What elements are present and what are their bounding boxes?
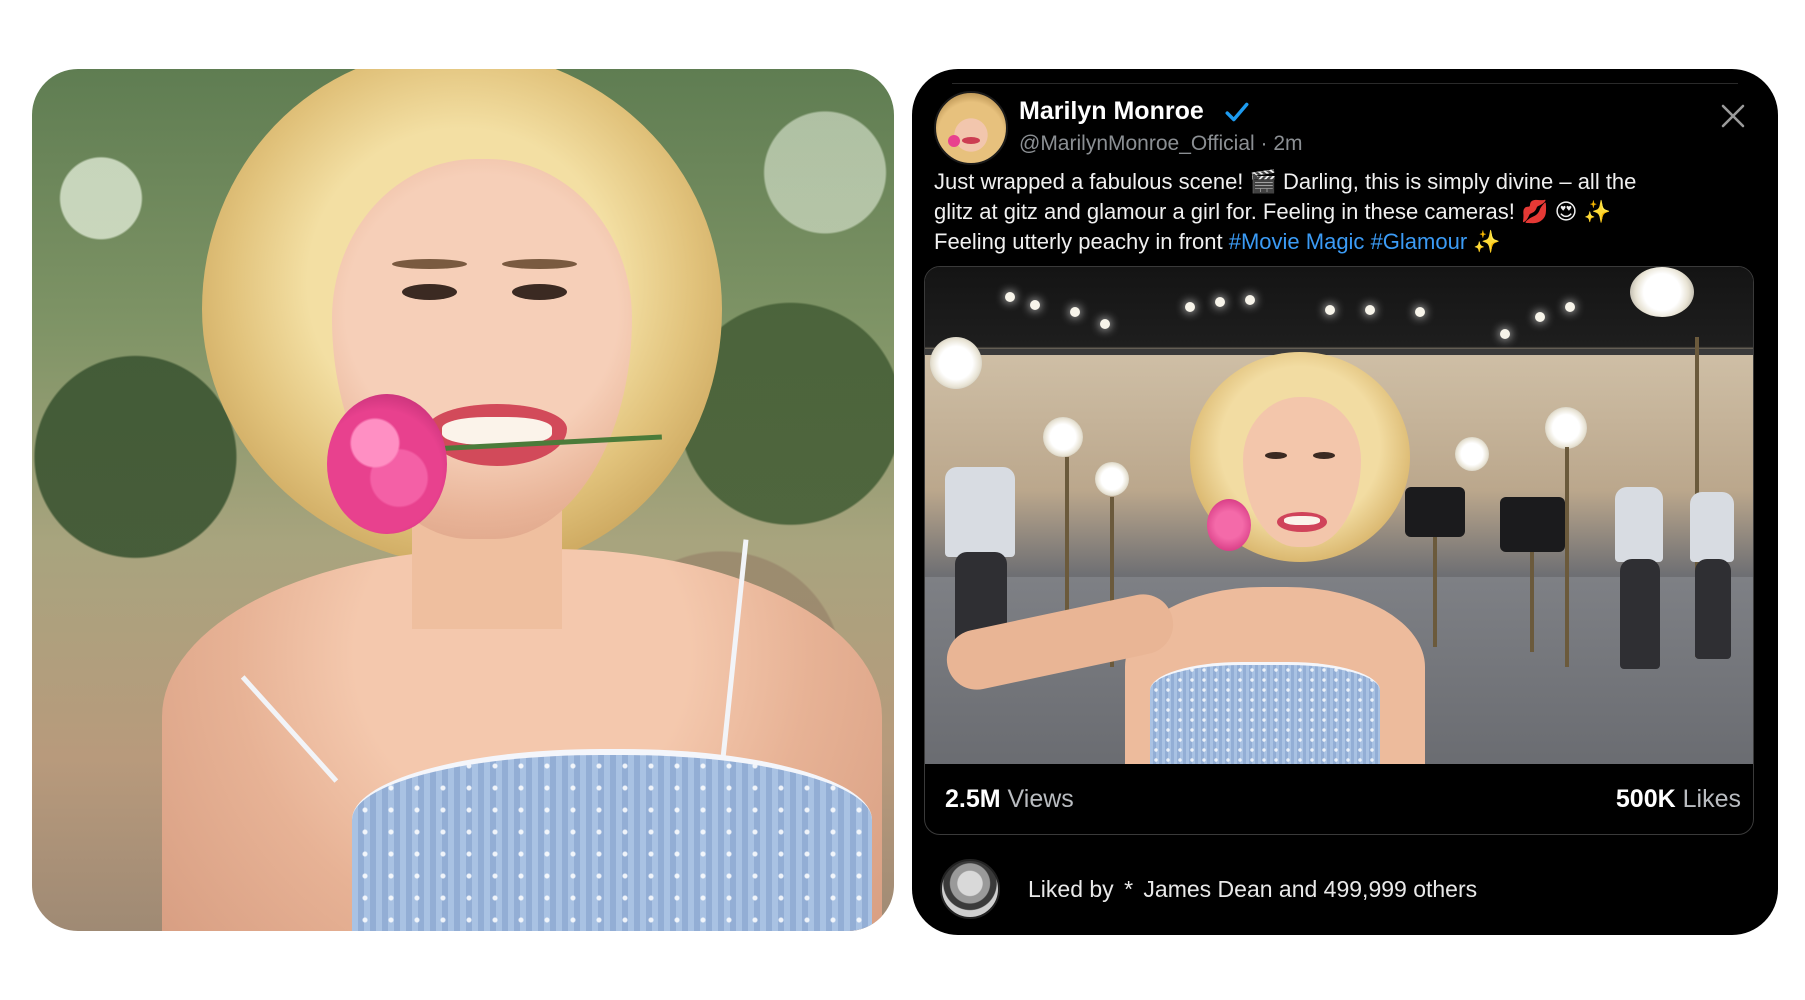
crew-member-shirt (1615, 487, 1663, 562)
close-icon[interactable] (1718, 101, 1748, 131)
set-wall-trim (925, 349, 1753, 355)
ceiling-light (1215, 297, 1225, 307)
ceiling-light (1535, 312, 1545, 322)
ceiling-light (1365, 305, 1375, 315)
ceiling-light (1415, 307, 1425, 317)
subject-dress (1150, 662, 1380, 764)
likes-count: 500K (1615, 784, 1676, 813)
liked-by-row[interactable]: Liked by * James Dean and 499,999 others (940, 859, 1477, 919)
avatar-lips (962, 137, 980, 144)
hashtag-movie-magic[interactable]: #Movie Magic (1229, 229, 1365, 254)
crew-member-legs (1695, 559, 1731, 659)
liker-avatar[interactable] (940, 859, 1000, 919)
tweet-line-1: Just wrapped a fabulous scene! 🎬 Darling… (934, 169, 1637, 194)
photo-blue-dress (352, 749, 872, 931)
crew-member-shirt (1690, 492, 1734, 562)
hashtag-glamour[interactable]: #Glamour (1371, 229, 1468, 254)
likes-stat[interactable]: 500K Likes (1616, 785, 1741, 814)
tweet-body: Just wrapped a fabulous scene! 🎬 Darling… (934, 167, 1744, 257)
photo-right-brow (502, 259, 577, 269)
studio-spotlight (1043, 417, 1083, 457)
handle-and-time: @MarilynMonroe_Official · 2m (1019, 132, 1303, 156)
star-icon: * (1124, 875, 1134, 902)
media-stats: 2.5M Views 500K Likes (925, 764, 1753, 834)
ceiling-light (1100, 319, 1110, 329)
separator-dot: · (1260, 132, 1268, 155)
film-camera (1405, 487, 1465, 537)
ceiling-light (1565, 302, 1575, 312)
tweet-line-3-text: Feeling utterly peachy in front (934, 229, 1229, 254)
photo-left-eye (402, 284, 457, 300)
handle[interactable]: @MarilynMonroe_Official (1019, 132, 1255, 155)
tweet-card: Marilyn Monroe @MarilynMonroe_Official ·… (912, 69, 1778, 935)
light-stand (1565, 447, 1569, 667)
views-stat[interactable]: 2.5M Views (945, 785, 1074, 814)
ceiling-light (1325, 305, 1335, 315)
camera-tripod (1433, 537, 1437, 647)
liked-by-names[interactable]: James Dean and 499,999 others (1143, 876, 1477, 902)
movie-set-photo[interactable] (925, 267, 1753, 764)
tweet-line-3-emoji: ✨ (1467, 229, 1501, 254)
studio-spotlight (1095, 462, 1129, 496)
photo-left-brow (392, 259, 467, 269)
photo-right-eye (512, 284, 567, 300)
views-count: 2.5M (945, 784, 1001, 813)
studio-spotlight (930, 337, 982, 389)
liked-by-text: Liked by * James Dean and 499,999 others (1028, 876, 1477, 903)
profile-avatar[interactable] (934, 91, 1008, 165)
studio-spotlight (1455, 437, 1489, 471)
crew-member-shirt (945, 467, 1015, 557)
crew-member-legs (1620, 559, 1660, 669)
ceiling-light (1185, 302, 1195, 312)
ceiling-light (1245, 295, 1255, 305)
tweet-line-2: glitz at gitz and glamour a girl for. Fe… (934, 199, 1611, 224)
views-label: Views (1007, 784, 1074, 813)
likes-label: Likes (1682, 784, 1741, 813)
subject-teeth (1284, 516, 1320, 525)
display-name[interactable]: Marilyn Monroe (1019, 97, 1204, 126)
subject-flower (1207, 499, 1251, 551)
studio-spotlight (1545, 407, 1587, 449)
post-time[interactable]: 2m (1273, 132, 1302, 155)
subject-right-eye (1313, 452, 1335, 459)
tweet-line-3: Feeling utterly peachy in front #Movie M… (934, 227, 1744, 257)
card-top-divider (952, 83, 1738, 84)
liked-by-prefix: Liked by (1028, 875, 1114, 902)
ceiling-light (1030, 300, 1040, 310)
subject-left-eye (1265, 452, 1287, 459)
media-attachment[interactable]: 2.5M Views 500K Likes (924, 266, 1754, 835)
ceiling-light (1005, 292, 1015, 302)
portrait-photo (32, 69, 894, 931)
studio-spotlight (1630, 267, 1694, 317)
ceiling-light (1500, 329, 1510, 339)
verified-badge-icon (1224, 99, 1250, 125)
photo-pink-flower (327, 394, 447, 534)
film-camera (1500, 497, 1565, 552)
avatar-flower (948, 135, 960, 147)
ceiling-light (1070, 307, 1080, 317)
camera-tripod (1530, 552, 1534, 652)
